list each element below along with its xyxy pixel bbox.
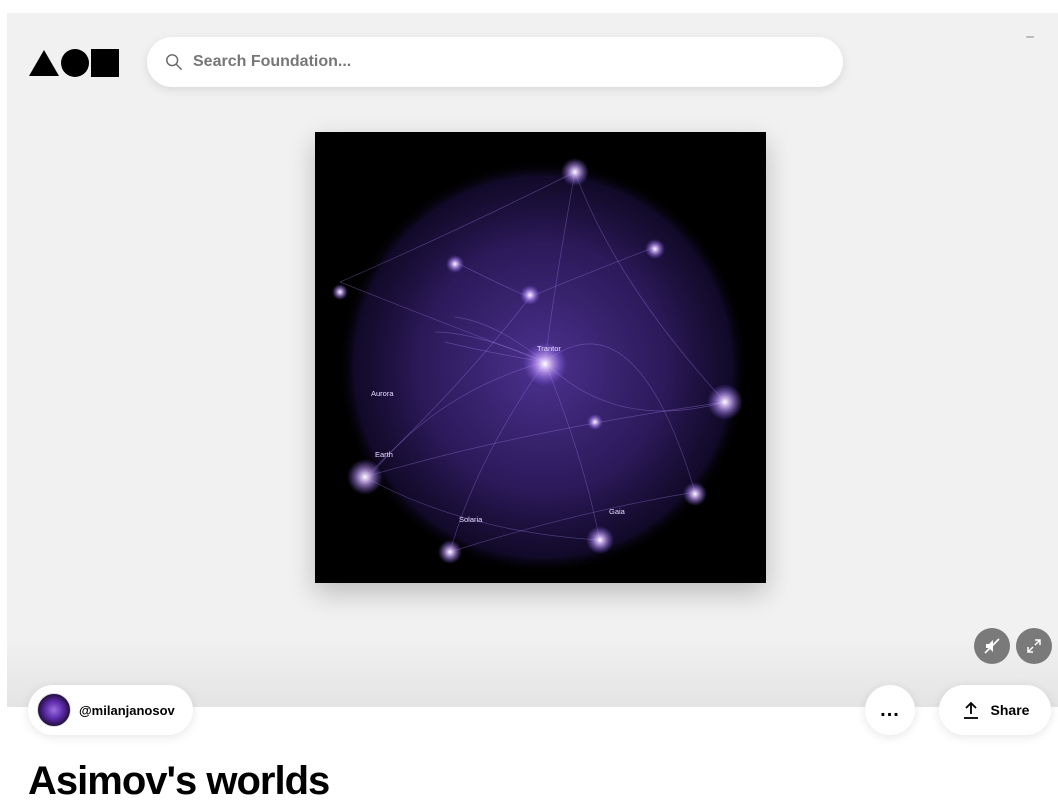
label-solaria: Solaria (459, 515, 483, 524)
label-gaia: Gaia (609, 507, 626, 516)
more-options-button[interactable]: ... (865, 685, 915, 735)
expand-icon (1027, 639, 1041, 653)
artwork-stage: Trantor Aurora Earth Solaria Gaia (7, 13, 1058, 707)
more-icon: ... (880, 698, 900, 721)
corner-mark (1026, 36, 1034, 38)
logo-triangle (29, 50, 59, 76)
label-earth: Earth (375, 450, 393, 459)
avatar (37, 693, 71, 727)
mute-icon (984, 638, 1000, 654)
page-title: Asimov's worlds (28, 759, 330, 803)
creator-chip[interactable]: @milanjanosov (28, 685, 193, 735)
foundation-logo[interactable] (29, 49, 119, 77)
logo-circle (61, 49, 89, 77)
share-label: Share (990, 702, 1030, 718)
mute-button[interactable] (974, 628, 1010, 664)
label-aurora: Aurora (371, 389, 394, 398)
share-button[interactable]: Share (939, 685, 1051, 735)
logo-square (91, 49, 119, 77)
search-icon (166, 54, 182, 70)
creator-handle: @milanjanosov (79, 702, 175, 718)
label-trantor: Trantor (537, 344, 561, 353)
artwork-image[interactable]: Trantor Aurora Earth Solaria Gaia (315, 132, 766, 583)
expand-button[interactable] (1016, 628, 1052, 664)
search-bar[interactable] (147, 37, 843, 87)
share-icon (963, 701, 978, 719)
network-graph-image: Trantor Aurora Earth Solaria Gaia (332, 158, 748, 574)
search-input[interactable] (191, 52, 795, 72)
